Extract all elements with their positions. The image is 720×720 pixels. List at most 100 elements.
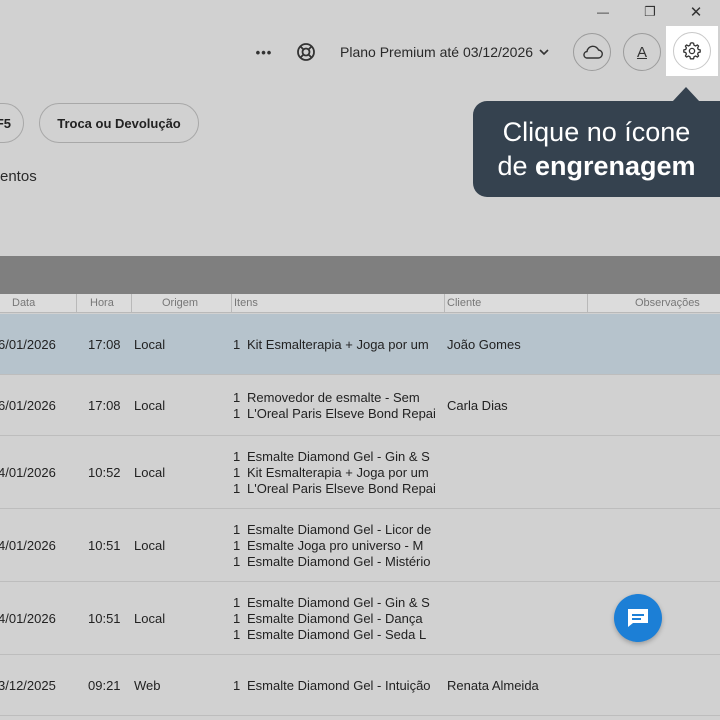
chat-button[interactable] <box>614 594 662 642</box>
item-qty: 1 <box>233 521 241 537</box>
table-row[interactable]: 6/01/2026 17:08 Local João Gomes 1 Kit Esmalt… <box>0 314 720 375</box>
table-row[interactable]: 4/01/2026 10:52 Local 1 Esmalte Diamond Gel … <box>0 436 720 509</box>
item-name: Esmalte Diamond Gel - Gin & S <box>247 594 430 610</box>
settings-button[interactable] <box>666 26 718 76</box>
cell-time: 10:51 <box>88 537 121 553</box>
item-line: 1 Esmalte Diamond Gel - Dança <box>233 611 435 627</box>
plan-label: Plano Premium até 03/12/2026 <box>340 44 534 60</box>
cell-date: 4/01/2026 <box>0 610 56 626</box>
cell-time: 10:51 <box>88 610 121 626</box>
item-name: Kit Esmalterapia + Joga por um <box>247 464 429 480</box>
item-line: 1 Esmalte Diamond Gel - Gin & S <box>233 595 435 611</box>
restore-icon: ❐ <box>644 4 656 19</box>
item-name: L'Oreal Paris Elseve Bond Repair <box>247 405 435 421</box>
cell-date: 6/01/2026 <box>0 397 56 413</box>
item-qty: 1 <box>233 610 241 626</box>
close-icon: ✕ <box>689 4 703 21</box>
cell-origin: Local <box>134 397 166 413</box>
chevron-down-icon <box>539 49 549 56</box>
font-size-button[interactable]: A <box>623 33 661 71</box>
cell-origin: Local <box>134 537 166 553</box>
cell-time: 10:52 <box>88 464 121 480</box>
column-header-origin[interactable]: Origem <box>162 294 198 313</box>
more-options-button[interactable]: ••• <box>251 38 277 66</box>
item-name: Esmalte Diamond Gel - Seda L <box>247 626 427 642</box>
cell-client: Carla Dias <box>447 397 508 413</box>
item-line: 1 Esmalte Diamond Gel - Seda L <box>233 627 435 643</box>
item-line: 1 Kit Esmalterapia + Joga por um <box>233 465 435 481</box>
cloud-sync-button[interactable] <box>573 33 611 71</box>
exchange-return-button[interactable]: Troca ou Devolução <box>39 103 199 143</box>
cell-items: 1 Kit Esmalterapia + Joga por um <box>233 337 435 353</box>
close-window-button[interactable]: ✕ <box>673 0 719 24</box>
item-line: 1 Kit Esmalterapia + Joga por um <box>233 337 435 353</box>
exchange-return-label: Troca ou Devolução <box>57 115 181 131</box>
item-qty: 1 <box>233 389 241 405</box>
column-header-time[interactable]: Hora <box>90 294 114 313</box>
item-name: Removedor de esmalte - Sem <box>247 389 420 405</box>
restore-button[interactable]: ❐ <box>627 0 673 24</box>
item-name: Esmalte Diamond Gel - Intuição <box>247 677 431 693</box>
more-icon: ••• <box>255 44 273 60</box>
item-qty: 1 <box>233 464 241 480</box>
tooltip-line2: de engrenagem <box>473 149 720 183</box>
column-header-items[interactable]: Itens <box>234 294 258 313</box>
cell-items: 1 Esmalte Diamond Gel - Gin & S 1 Kit Esmal… <box>233 449 435 497</box>
tooltip-line1: Clique no ícone <box>502 117 691 147</box>
minimize-button[interactable]: — <box>580 0 626 24</box>
item-line: 1 Esmalte Diamond Gel - Licor de <box>233 522 435 538</box>
item-name: Kit Esmalterapia + Joga por um <box>247 336 429 352</box>
column-header-client[interactable]: Cliente <box>447 294 481 313</box>
item-name: Esmalte Diamond Gel - Mistério <box>247 553 431 569</box>
tooltip-line2-bold: engrenagem <box>535 151 696 181</box>
font-size-label: A <box>636 43 647 61</box>
cell-items: 1 Esmalte Diamond Gel - Gin & S 1 Esmalte D… <box>233 595 435 643</box>
column-header-notes[interactable]: Observações <box>635 294 700 313</box>
minimize-icon: — <box>597 5 609 19</box>
cell-client: Renata Almeida <box>447 677 539 693</box>
cell-date: 4/01/2026 <box>0 464 56 480</box>
table-row[interactable]: 4/01/2026 10:51 Local 1 Esmalte Diamond Gel … <box>0 509 720 582</box>
help-button[interactable] <box>293 39 319 65</box>
item-qty: 1 <box>233 677 241 693</box>
cloud-icon <box>583 45 603 59</box>
shortcut-pill-label: F5 <box>0 115 11 131</box>
tooltip-line2-prefix: de <box>497 151 528 181</box>
cell-time: 09:21 <box>88 677 121 693</box>
table-row[interactable]: 3/12/2025 09:21 Web Renata Almeida 1 Esmalte … <box>0 655 720 716</box>
item-qty: 1 <box>233 405 241 421</box>
table-row[interactable]: 6/01/2026 17:08 Local Carla Dias 1 Removedor … <box>0 375 720 436</box>
cell-items: 1 Esmalte Diamond Gel - Licor de 1 Esmalte … <box>233 522 435 570</box>
item-qty: 1 <box>233 594 241 610</box>
cell-origin: Web <box>134 677 161 693</box>
table-row[interactable]: 4/01/2026 10:51 Local 1 Esmalte Diamond Gel … <box>0 582 720 655</box>
item-name: Esmalte Diamond Gel - Gin & S <box>247 448 430 464</box>
section-label: entos <box>0 168 37 185</box>
item-line: 1 Esmalte Diamond Gel - Gin & S <box>233 449 435 465</box>
item-line: 1 L'Oreal Paris Elseve Bond Repair <box>233 481 435 497</box>
tooltip-arrow <box>672 87 700 102</box>
item-name: Esmalte Joga pro universo - M <box>247 537 424 553</box>
cell-time: 17:08 <box>88 397 121 413</box>
item-qty: 1 <box>233 336 241 352</box>
cell-client: João Gomes <box>447 336 521 352</box>
item-name: L'Oreal Paris Elseve Bond Repair <box>247 480 435 496</box>
column-header-date[interactable]: Data <box>12 294 35 313</box>
cell-origin: Local <box>134 336 166 352</box>
shortcut-pill-f5[interactable]: F5 <box>0 103 24 143</box>
item-qty: 1 <box>233 480 241 496</box>
cell-date: 6/01/2026 <box>0 336 56 352</box>
item-name: Esmalte Diamond Gel - Dança <box>247 610 423 626</box>
chat-bubble-icon <box>628 609 648 627</box>
cell-origin: Local <box>134 464 166 480</box>
cell-date: 3/12/2025 <box>0 677 56 693</box>
item-line: 1 Esmalte Diamond Gel - Mistério <box>233 554 435 570</box>
item-line: 1 Esmalte Joga pro universo - M <box>233 538 435 554</box>
item-line: 1 Esmalte Diamond Gel - Intuição <box>233 678 435 694</box>
item-qty: 1 <box>233 448 241 464</box>
item-line: 1 L'Oreal Paris Elseve Bond Repair <box>233 406 435 422</box>
gear-icon <box>683 42 701 60</box>
cell-origin: Local <box>134 610 166 626</box>
plan-selector[interactable]: Plano Premium até 03/12/2026 <box>340 42 549 62</box>
onboarding-tooltip: Clique no ícone de engrenagem <box>473 101 720 197</box>
